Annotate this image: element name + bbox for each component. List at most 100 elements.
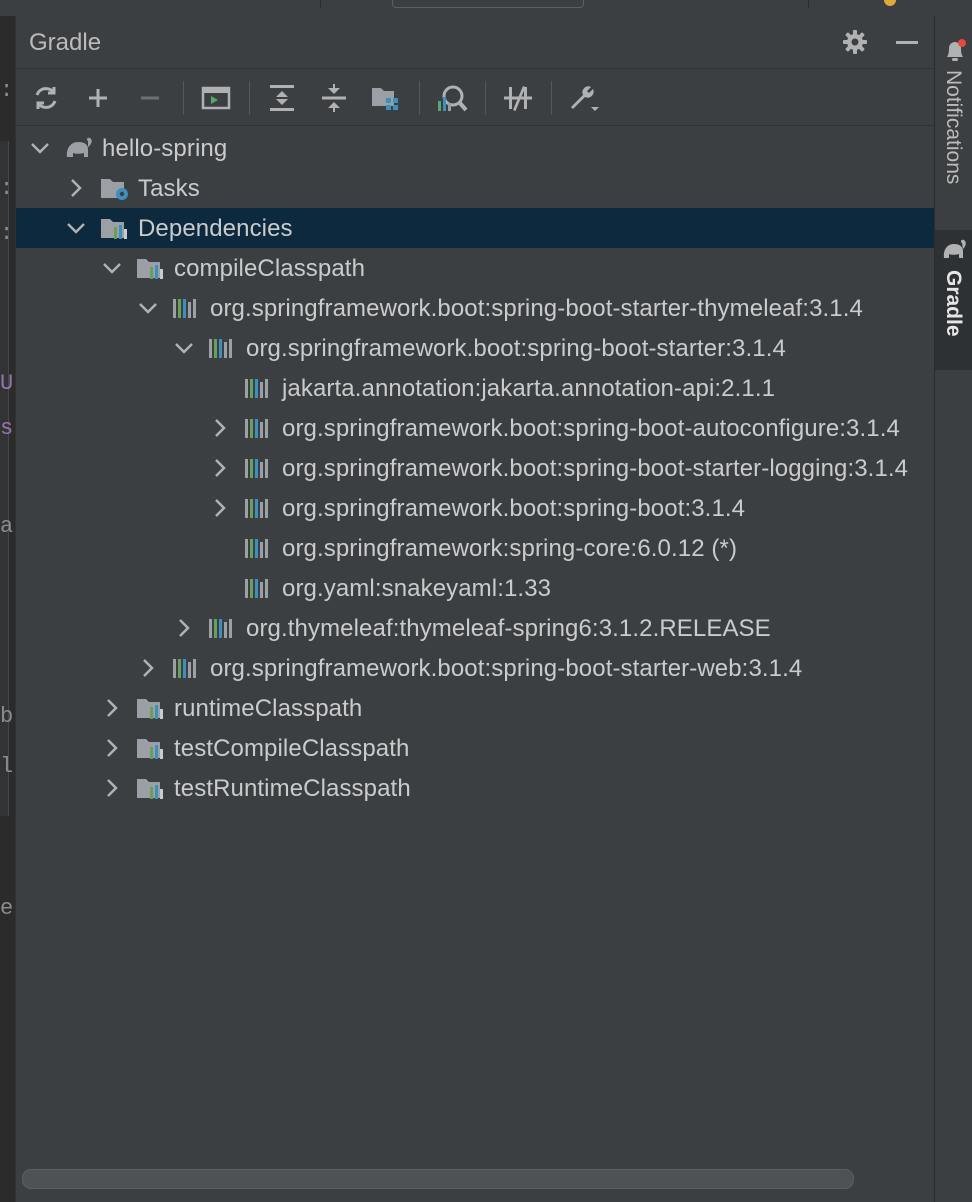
editor-gutter: : : : U s a b l e <box>0 16 16 1202</box>
terminal-icon[interactable] <box>199 81 233 115</box>
library-icon <box>208 336 234 360</box>
library-icon <box>244 456 270 480</box>
minus-icon[interactable] <box>133 81 167 115</box>
tool-window-header: Gradle <box>16 16 934 69</box>
gradle-elephant-icon <box>943 239 966 258</box>
chevron-down-icon[interactable] <box>136 296 160 320</box>
tree-node[interactable]: org.springframework.boot:spring-boot:3.1… <box>16 488 934 528</box>
gear-icon[interactable] <box>839 26 871 58</box>
tree-node-label: org.springframework.boot:spring-boot-sta… <box>210 655 803 682</box>
chevron-right-icon[interactable] <box>208 416 232 440</box>
horizontal-scrollbar[interactable] <box>22 1169 854 1189</box>
tree-node-label: Dependencies <box>138 215 293 242</box>
tree-node[interactable]: org.springframework.boot:spring-boot-aut… <box>16 408 934 448</box>
notification-badge <box>958 39 966 47</box>
notifications-tab-label: Notifications <box>942 70 965 185</box>
tree-node-label: org.springframework.boot:spring-boot-sta… <box>282 455 909 482</box>
tree-node-label: org.springframework.boot:spring-boot-sta… <box>210 295 863 322</box>
gradle-tool-window: Gradle hello-spring Tasks Dependencies c… <box>16 16 934 1202</box>
tree-node-label: runtimeClasspath <box>174 695 363 722</box>
dependencies-icon[interactable] <box>369 81 403 115</box>
chevron-right-icon[interactable] <box>136 656 160 680</box>
sync-icon[interactable] <box>29 81 63 115</box>
gutter-glyph: s <box>0 416 14 441</box>
tree-node[interactable]: runtimeClasspath <box>16 688 934 728</box>
tree-node-label: compileClasspath <box>174 255 366 282</box>
tree-node[interactable]: hello-spring <box>16 128 934 168</box>
library-icon <box>208 616 234 640</box>
toolbar-separator <box>249 81 250 115</box>
plus-icon[interactable] <box>81 81 115 115</box>
tree-node[interactable]: org.springframework.boot:spring-boot-sta… <box>16 448 934 488</box>
gutter-glyph: : <box>0 78 14 103</box>
toolbar-separator <box>485 81 486 115</box>
tree-node-label: org.springframework.boot:spring-boot-aut… <box>282 415 900 442</box>
tree-node[interactable]: org.yaml:snakeyaml:1.33 <box>16 568 934 608</box>
tree-node[interactable]: Dependencies <box>16 208 934 248</box>
tree-node-label: Tasks <box>138 175 200 202</box>
library-icon <box>244 376 270 400</box>
tree-node[interactable]: org.springframework.boot:spring-boot-sta… <box>16 288 934 328</box>
tree-node[interactable]: org.springframework.boot:spring-boot-sta… <box>16 328 934 368</box>
tree-node[interactable]: jakarta.annotation:jakarta.annotation-ap… <box>16 368 934 408</box>
minimize-icon[interactable] <box>891 26 923 58</box>
configuration-icon <box>136 256 163 280</box>
tree-node[interactable]: testRuntimeClasspath <box>16 768 934 808</box>
editor-tab-strip <box>0 0 972 16</box>
chevron-down-icon[interactable] <box>28 136 52 160</box>
chevron-right-icon[interactable] <box>100 776 124 800</box>
tree-node-label: org.yaml:snakeyaml:1.33 <box>282 575 552 602</box>
tree-node[interactable]: org.thymeleaf:thymeleaf-spring6:3.1.2.RE… <box>16 608 934 648</box>
chevron-down-icon[interactable] <box>64 216 88 240</box>
tree-node-label: org.thymeleaf:thymeleaf-spring6:3.1.2.RE… <box>246 615 771 642</box>
library-icon <box>244 576 270 600</box>
right-tool-window-bar: Notifications Gradle <box>934 16 972 1202</box>
notifications-tab[interactable]: Notifications <box>935 34 972 234</box>
tree-node[interactable]: org.springframework.boot:spring-boot-sta… <box>16 648 934 688</box>
tree-node[interactable]: Tasks <box>16 168 934 208</box>
gutter-glyph: l <box>0 754 14 779</box>
wrench-icon[interactable] <box>567 81 601 115</box>
editor-tab[interactable] <box>392 0 584 8</box>
tree-node-label: jakarta.annotation:jakarta.annotation-ap… <box>282 375 776 402</box>
gutter-glyph: : <box>0 176 14 201</box>
tree-node-label: org.springframework.boot:spring-boot:3.1… <box>282 495 746 522</box>
library-icon <box>244 496 270 520</box>
status-indicator-icon <box>884 0 896 6</box>
gradle-tab-label: Gradle <box>942 270 965 337</box>
library-icon <box>172 296 198 320</box>
dependencies-folder-icon <box>100 216 127 240</box>
toolbar-separator <box>183 81 184 115</box>
chevron-down-icon[interactable] <box>100 256 124 280</box>
tree-node-label: hello-spring <box>102 135 228 162</box>
library-icon <box>172 656 198 680</box>
chevron-right-icon[interactable] <box>100 736 124 760</box>
tasks-folder-icon <box>100 176 128 200</box>
chevron-right-icon[interactable] <box>100 696 124 720</box>
chevron-right-icon[interactable] <box>208 496 232 520</box>
analyze-icon[interactable] <box>435 81 469 115</box>
chevron-down-icon[interactable] <box>172 336 196 360</box>
gradle-project-tree: hello-spring Tasks Dependencies compileClas… <box>16 127 934 1167</box>
gradle-tab[interactable]: Gradle <box>935 230 972 370</box>
tree-node[interactable]: org.springframework:spring-core:6.0.12 (… <box>16 528 934 568</box>
chevron-right-icon[interactable] <box>64 176 88 200</box>
tool-window-title: Gradle <box>29 29 102 56</box>
configuration-icon <box>136 696 163 720</box>
toolbar-separator <box>419 81 420 115</box>
tree-node[interactable]: compileClasspath <box>16 248 934 288</box>
tree-node[interactable]: testCompileClasspath <box>16 728 934 768</box>
toolbar-separator <box>551 81 552 115</box>
tree-node-label: testRuntimeClasspath <box>174 775 411 802</box>
chevron-right-icon[interactable] <box>208 456 232 480</box>
gradle-elephant-icon <box>64 136 92 160</box>
gradle-toolbar <box>16 69 934 126</box>
chevron-right-icon[interactable] <box>172 616 196 640</box>
configuration-icon <box>136 736 163 760</box>
collapse-all-icon[interactable] <box>317 81 351 115</box>
configuration-icon <box>136 776 163 800</box>
tab-divider <box>808 0 809 8</box>
gutter-glyph: : <box>0 221 14 246</box>
expand-all-icon[interactable] <box>265 81 299 115</box>
offline-icon[interactable] <box>501 81 535 115</box>
